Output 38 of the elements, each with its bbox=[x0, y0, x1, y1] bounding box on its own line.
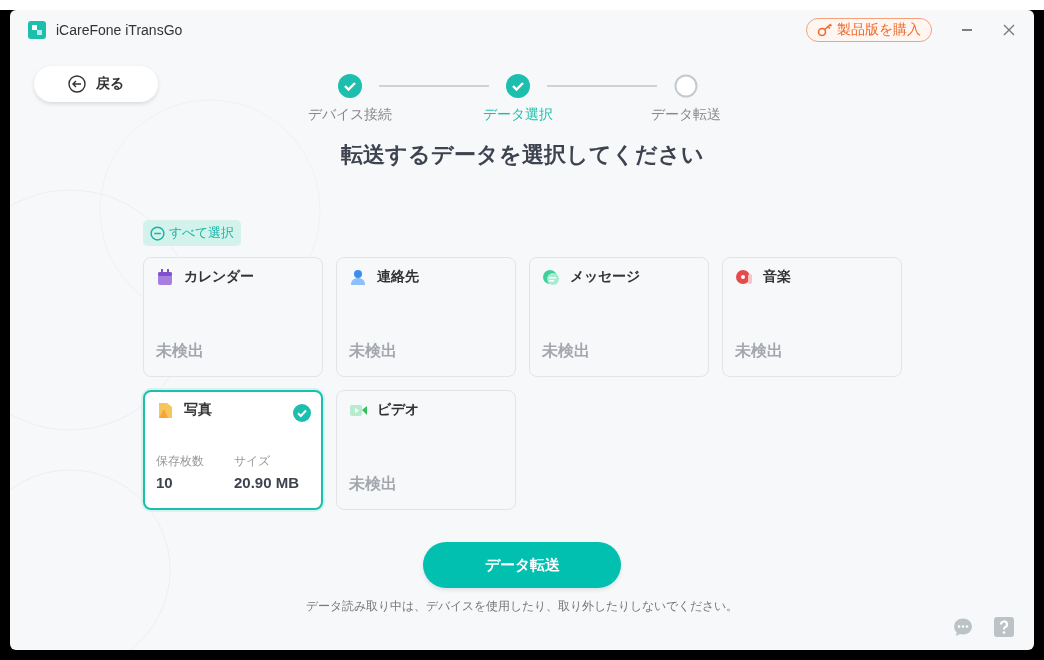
step-label: データ転送 bbox=[651, 106, 721, 124]
minus-circle-icon bbox=[150, 225, 165, 241]
data-category-card[interactable]: 連絡先 未検出 bbox=[336, 257, 516, 377]
step-label: データ選択 bbox=[483, 106, 553, 124]
back-button[interactable]: 戻る bbox=[34, 66, 158, 102]
category-name: 連絡先 bbox=[377, 268, 419, 286]
category-icon bbox=[349, 268, 367, 286]
warning-note: データ読み取り中は、デバイスを使用したり、取り外したりしないでください。 bbox=[306, 598, 738, 615]
status-text: 未検出 bbox=[156, 341, 205, 361]
stat-value: 10 bbox=[156, 474, 174, 491]
data-category-card[interactable]: メッセージ 未検出 bbox=[529, 257, 709, 377]
category-icon bbox=[735, 268, 753, 286]
stat-value: 20.90 MB bbox=[234, 474, 300, 491]
data-category-card[interactable]: 音楽 未検出 bbox=[722, 257, 902, 377]
category-name: ビデオ bbox=[377, 401, 419, 419]
data-category-card[interactable]: ビデオ 未検出 bbox=[336, 390, 516, 510]
status-text: 未検出 bbox=[542, 341, 591, 361]
app-logo-icon bbox=[28, 21, 46, 39]
category-name: カレンダー bbox=[184, 268, 254, 286]
close-icon[interactable] bbox=[1002, 23, 1016, 37]
status-text: 未検出 bbox=[349, 341, 398, 361]
category-name: 音楽 bbox=[763, 268, 791, 286]
category-name: 写真 bbox=[184, 401, 212, 419]
key-icon bbox=[817, 23, 833, 37]
category-icon bbox=[156, 268, 174, 286]
stat-label: サイズ bbox=[234, 453, 271, 470]
status-text: 未検出 bbox=[735, 341, 784, 361]
category-icon bbox=[542, 268, 560, 286]
step-label: デバイス接続 bbox=[308, 106, 392, 124]
category-name: メッセージ bbox=[570, 268, 640, 286]
data-category-card[interactable]: カレンダー 未検出 bbox=[143, 257, 323, 377]
check-icon bbox=[293, 404, 311, 422]
data-category-card[interactable]: 写真 保存枚数 10 サイズ 20.90 MB bbox=[143, 390, 323, 510]
page-heading: 転送するデータを選択してください bbox=[339, 141, 705, 169]
stat-label: 保存枚数 bbox=[156, 453, 204, 470]
category-icon bbox=[156, 401, 174, 419]
status-text: 未検出 bbox=[349, 474, 398, 494]
window-title: iCareFone iTransGo bbox=[56, 22, 184, 38]
